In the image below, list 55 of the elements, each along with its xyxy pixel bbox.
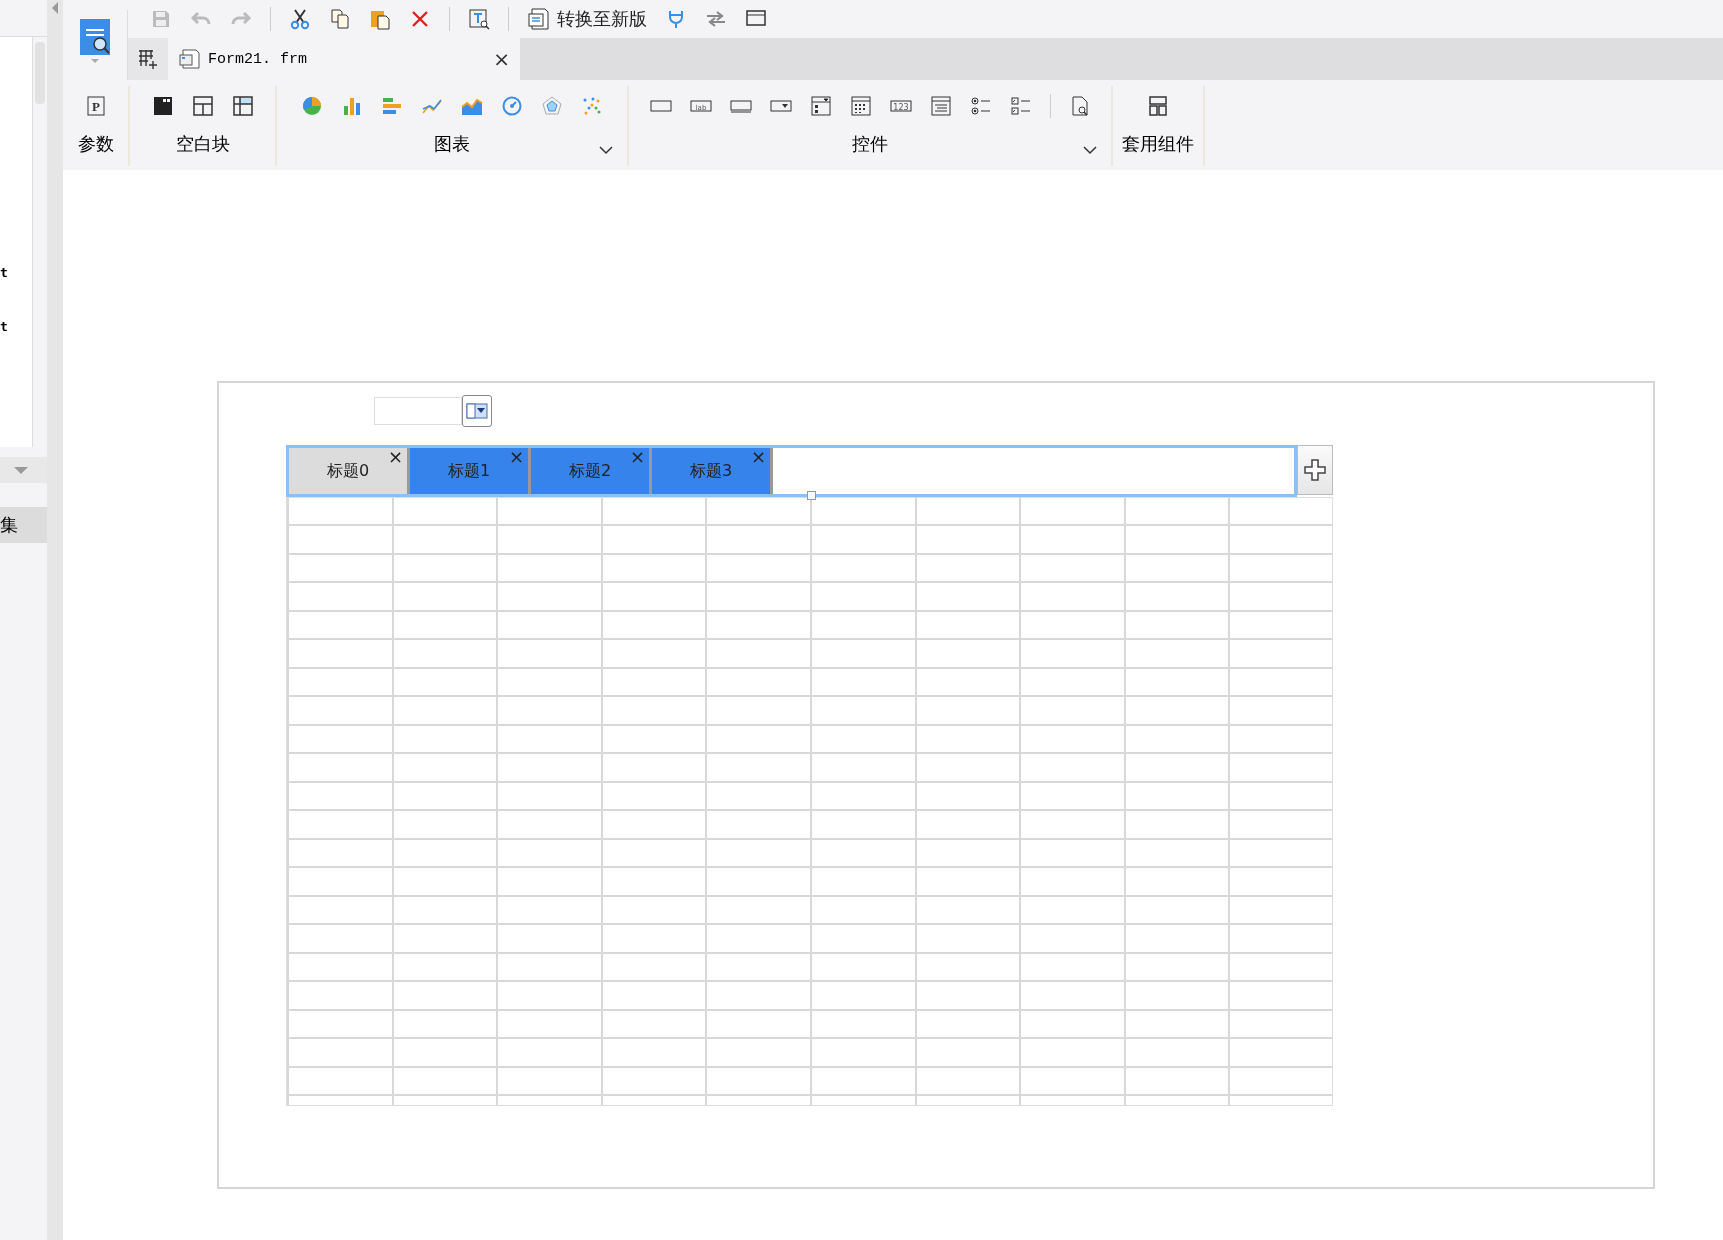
pie-chart-icon[interactable] bbox=[301, 95, 323, 117]
radar-chart-icon[interactable] bbox=[541, 95, 563, 117]
chevron-down-icon[interactable] bbox=[1083, 146, 1097, 155]
close-icon[interactable]: × bbox=[387, 448, 403, 466]
resize-handle[interactable] bbox=[807, 491, 816, 500]
text-area-icon[interactable] bbox=[929, 95, 952, 117]
split-block-icon[interactable] bbox=[191, 95, 214, 117]
tab[interactable]: 标题1 × bbox=[410, 448, 531, 494]
panel-item[interactable]: t bbox=[0, 265, 32, 281]
file-tab[interactable]: Form21. frm × bbox=[168, 38, 520, 80]
file-tab-label: Form21. frm bbox=[208, 50, 309, 68]
date-picker-button[interactable] bbox=[462, 395, 492, 427]
tab[interactable]: 标题3 × bbox=[652, 448, 773, 494]
filled-block-icon[interactable] bbox=[151, 95, 174, 117]
dropdown-arrow-icon[interactable] bbox=[90, 58, 100, 64]
scissors-icon[interactable] bbox=[289, 8, 311, 30]
panel-section[interactable]: 集 bbox=[0, 507, 47, 543]
scatter-chart-icon[interactable] bbox=[581, 95, 603, 117]
layout-template-icon[interactable] bbox=[1147, 95, 1169, 117]
convert-button[interactable]: 转换至新版 bbox=[527, 7, 647, 31]
document-icon bbox=[527, 7, 551, 31]
plus-icon bbox=[1303, 458, 1327, 482]
swap-arrows-icon[interactable] bbox=[705, 8, 727, 30]
group-label: 图表 bbox=[434, 132, 470, 156]
close-icon[interactable]: × bbox=[629, 448, 645, 466]
close-icon[interactable]: × bbox=[493, 49, 510, 69]
date-field[interactable] bbox=[374, 397, 462, 425]
bar-chart-icon[interactable] bbox=[341, 95, 363, 117]
calendar-dropdown-icon bbox=[466, 403, 488, 419]
tab[interactable]: 标题0 × bbox=[289, 448, 410, 494]
parameter-icon[interactable]: P bbox=[84, 95, 107, 117]
copy-icon[interactable] bbox=[329, 8, 351, 30]
radio-group-icon[interactable] bbox=[969, 95, 992, 117]
calendar-icon[interactable] bbox=[849, 95, 872, 117]
text-preview-icon[interactable] bbox=[468, 8, 490, 30]
horizontal-bar-icon[interactable] bbox=[381, 95, 403, 117]
group-label: 控件 bbox=[852, 132, 888, 156]
group-label: 空白块 bbox=[175, 132, 230, 156]
close-icon[interactable]: × bbox=[750, 448, 766, 466]
tab[interactable]: 标题2 × bbox=[531, 448, 652, 494]
gauge-icon[interactable] bbox=[501, 95, 523, 117]
chevron-down-icon[interactable] bbox=[599, 146, 613, 155]
add-grid-icon[interactable] bbox=[137, 48, 159, 70]
checkbox-group-icon[interactable] bbox=[1009, 95, 1032, 117]
paste-icon[interactable] bbox=[369, 8, 391, 30]
collapse-arrow-icon[interactable] bbox=[12, 464, 30, 476]
add-tab-button[interactable] bbox=[1297, 445, 1333, 495]
group-label: 套用组件 bbox=[1122, 132, 1194, 156]
collapse-left-icon[interactable] bbox=[50, 0, 60, 16]
panel-item[interactable]: t bbox=[0, 319, 32, 335]
group-label: 参数 bbox=[77, 132, 114, 156]
form-file-icon[interactable] bbox=[178, 48, 200, 70]
table-block-icon[interactable] bbox=[231, 95, 254, 117]
tree-dropdown-icon[interactable] bbox=[809, 95, 832, 117]
close-icon[interactable]: × bbox=[508, 448, 524, 466]
